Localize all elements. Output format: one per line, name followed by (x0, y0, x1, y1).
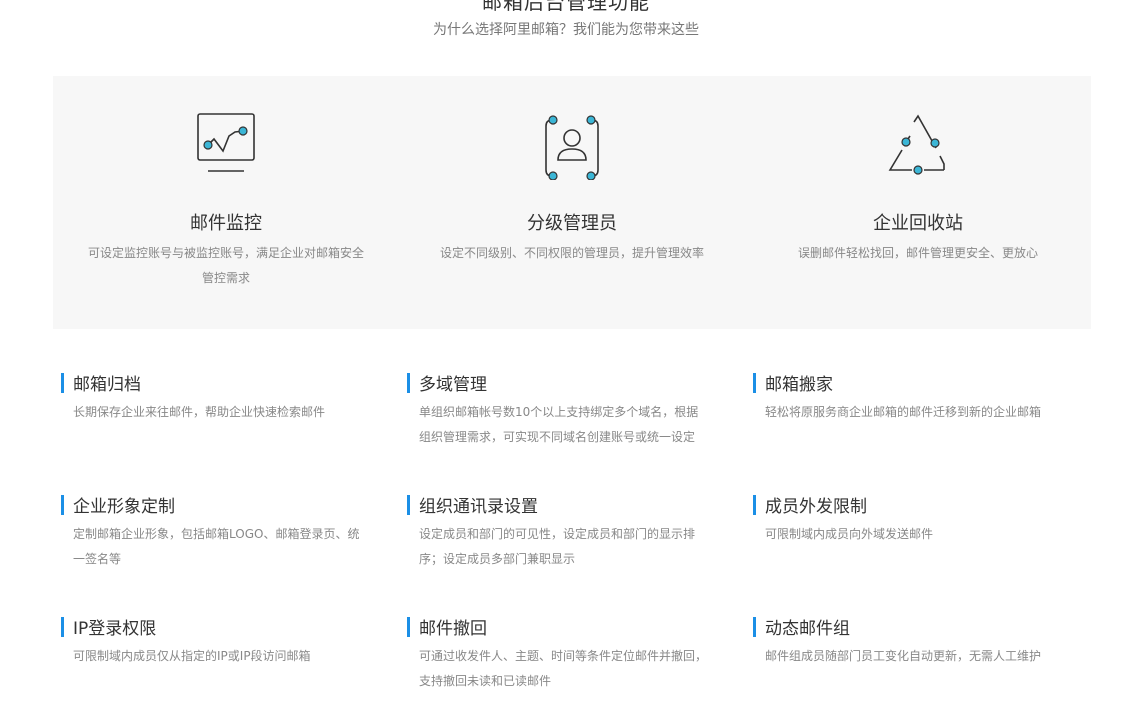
item-desc: 可限制域内成员仅从指定的IP或IP段访问邮箱 (73, 649, 311, 663)
item-desc: 单组织邮箱帐号数10个以上支持绑定多个域名，根据组织管理需求，可实现不同域名创建… (419, 405, 699, 444)
item-title: 邮箱归档 (73, 375, 141, 395)
item-desc: 可限制域内成员向外域发送邮件 (765, 527, 934, 541)
accent-bar (61, 617, 64, 637)
item-title: IP登录权限 (73, 619, 157, 639)
feature-desc: 可设定监控账号与被监控账号，满足企业对邮箱安全管控需求 (87, 246, 364, 285)
accent-bar (61, 495, 64, 515)
item-title: 动态邮件组 (765, 619, 850, 639)
item-desc: 定制邮箱企业形象，包括邮箱LOGO、邮箱登录页、统一签名等 (73, 527, 360, 566)
page-subtitle: 为什么选择阿里邮箱？我们能为您带来这些 (433, 22, 699, 38)
feature-name: 邮件监控 (190, 213, 262, 234)
item-title: 多域管理 (419, 375, 487, 395)
feature-name: 企业回收站 (873, 213, 963, 234)
page-title: 邮箱后台管理功能 (482, 0, 650, 14)
accent-bar (61, 373, 64, 393)
accent-bar (407, 617, 410, 637)
item-desc: 设定成员和部门的可见性，设定成员和部门的显示排序；设定成员多部门兼职显示 (419, 527, 696, 566)
item-desc: 可通过收发件人、主题、时间等条件定位邮件并撤回，支持撤回未读和已读邮件 (419, 649, 708, 688)
feature-desc: 设定不同级别、不同权限的管理员，提升管理效率 (439, 246, 704, 260)
feature-name: 分级管理员 (527, 213, 617, 234)
item-title: 企业形象定制 (73, 497, 175, 517)
item-title: 邮件撤回 (419, 619, 487, 639)
item-title: 成员外发限制 (765, 497, 867, 517)
item-title: 组织通讯录设置 (419, 497, 538, 517)
item-desc: 邮件组成员随部门员工变化自动更新，无需人工维护 (765, 649, 1042, 663)
item-title: 邮箱搬家 (765, 375, 833, 395)
accent-bar (753, 617, 756, 637)
feature-mail-monitor: 邮件监控 可设定监控账号与被监控账号，满足企业对邮箱安全管控需求 (53, 76, 399, 329)
feature-admin-levels: 分级管理员 设定不同级别、不同权限的管理员，提升管理效率 (399, 76, 745, 329)
accent-bar (753, 495, 756, 515)
admin-user-icon (545, 115, 599, 180)
item-desc: 轻松将原服务商企业邮箱的邮件迁移到新的企业邮箱 (765, 405, 1042, 419)
feature-desc: 误删邮件轻松找回，邮件管理更安全、更放心 (797, 246, 1038, 260)
item-desc: 长期保存企业来往邮件，帮助企业快速检索邮件 (73, 405, 326, 419)
accent-bar (407, 373, 410, 393)
feature-recycle-bin: 企业回收站 误删邮件轻松找回，邮件管理更安全、更放心 (745, 76, 1091, 329)
recycle-triangle-icon (888, 114, 945, 175)
feature-panel: 邮件监控 可设定监控账号与被监控账号，满足企业对邮箱安全管控需求 分级管理员 设… (53, 76, 1091, 329)
accent-bar (753, 373, 756, 393)
accent-bar (407, 495, 410, 515)
monitor-chart-icon (197, 113, 255, 172)
